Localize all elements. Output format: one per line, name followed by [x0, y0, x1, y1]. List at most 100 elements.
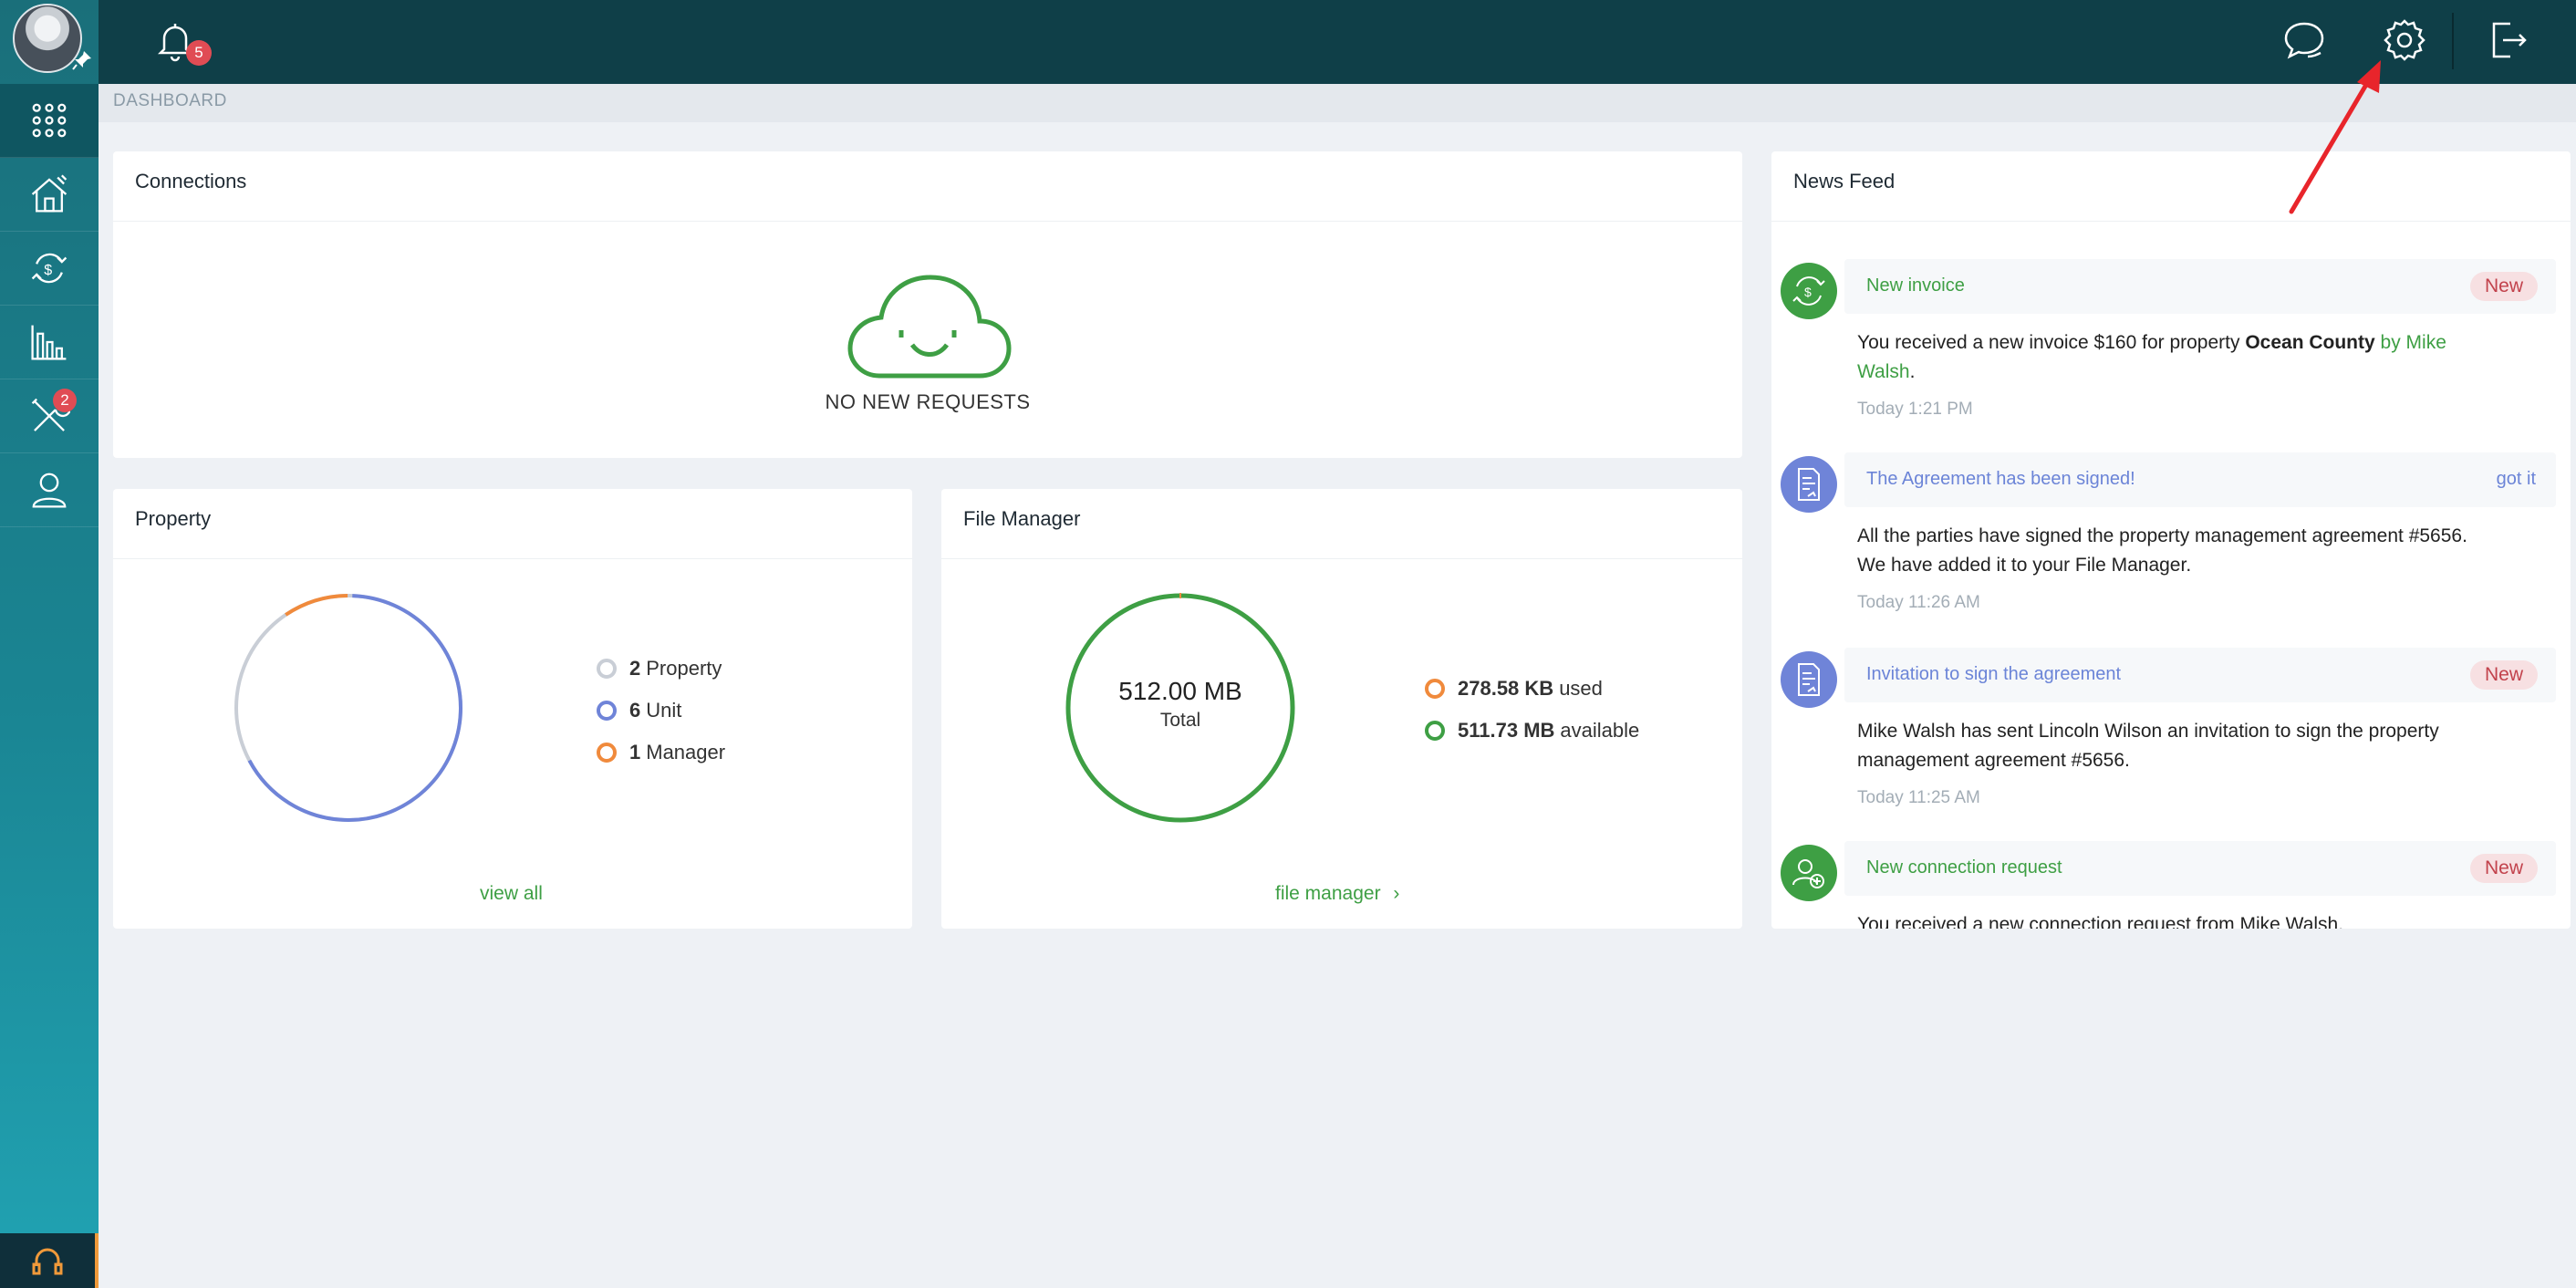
legend-count: 1: [629, 741, 641, 763]
legend-value: 278.58 KB: [1458, 677, 1554, 700]
feed-item-title[interactable]: Invitation to sign the agreement: [1866, 664, 2121, 685]
body-line: management agreement #5656.: [1857, 750, 2130, 771]
legend-item-manager: 1 Manager: [597, 732, 725, 774]
new-badge: New: [2469, 660, 2538, 690]
notification-badge: 5: [186, 40, 212, 66]
legend-item-unit: 6 Unit: [597, 690, 725, 732]
file-manager-link[interactable]: file manager ›: [1275, 883, 1399, 905]
connections-card: Connections NO NEW REQUESTS: [113, 151, 1742, 458]
pin-icon[interactable]: [71, 49, 93, 71]
legend-dot: [1425, 679, 1445, 699]
total-label: Total: [1159, 710, 1201, 731]
timestamp: Today 11:25 AM: [1857, 788, 1980, 807]
agreement-icon: [1781, 456, 1837, 513]
new-badge: New: [2469, 272, 2538, 301]
legend-item-used: 278.58 KB used: [1425, 668, 1639, 710]
divider: [113, 221, 1742, 222]
legend-dot: [597, 701, 617, 721]
maintenance-badge: 2: [53, 389, 77, 412]
body-line: Mike Walsh has sent Lincoln Wilson an in…: [1857, 721, 2439, 742]
storage-legend: 278.58 KB used 511.73 MB available: [1425, 668, 1639, 752]
connection-icon: [1781, 845, 1837, 901]
body-text: You received a new invoice $160 for prop…: [1857, 332, 2246, 353]
feed-item-header[interactable]: New connection request New: [1844, 841, 2556, 896]
house-icon: [31, 174, 68, 213]
legend-dot: [597, 659, 617, 679]
smiling-cloud-icon: [847, 275, 1012, 379]
sidebar-item-reports[interactable]: [0, 306, 99, 379]
feed-item-body: You received a new connection request fr…: [1857, 910, 2550, 929]
body-line: You received a new connection request fr…: [1857, 914, 2344, 929]
sidebar-item-apps[interactable]: [0, 84, 99, 158]
divider: [1771, 221, 2571, 222]
property-card: Property 2 Property 6 Unit 1 Manager vie…: [113, 489, 912, 929]
grid-icon: [32, 103, 67, 138]
total-value: 512.00 MB: [1118, 677, 1242, 705]
property-donut-chart: [234, 593, 462, 822]
body-text: .: [1909, 361, 1916, 382]
news-feed-card: News Feed $ New invoice New You received…: [1771, 151, 2571, 929]
body-line: We have added it to your File Manager.: [1857, 555, 2192, 576]
body-line: All the parties have signed the property…: [1857, 525, 2467, 546]
feed-item-header[interactable]: New invoice New: [1844, 259, 2556, 314]
breadcrumb[interactable]: DASHBOARD: [113, 91, 227, 111]
top-bar: 5: [99, 0, 2576, 84]
user-link[interactable]: by Mike: [2375, 332, 2446, 353]
feed-item-title[interactable]: New connection request: [1866, 857, 2062, 878]
agreement-icon: [1781, 651, 1837, 708]
sidebar: $ 2: [0, 0, 99, 1288]
news-feed-title: News Feed: [1793, 170, 1896, 192]
sidebar-item-properties[interactable]: [0, 158, 99, 232]
feed-item-header[interactable]: Invitation to sign the agreement New: [1844, 648, 2556, 702]
property-title: Property: [135, 507, 212, 530]
no-requests-text: NO NEW REQUESTS: [825, 390, 1031, 413]
file-manager-title: File Manager: [963, 507, 1081, 530]
new-badge: New: [2469, 854, 2538, 883]
sidebar-item-maintenance[interactable]: 2: [0, 379, 99, 453]
feed-item-title[interactable]: The Agreement has been signed!: [1866, 469, 2135, 490]
legend-item-property: 2 Property: [597, 648, 725, 690]
connections-title: Connections: [135, 170, 247, 192]
legend-label: Property: [646, 657, 722, 680]
timestamp: Today 11:26 AM: [1857, 593, 1980, 612]
top-divider: [2452, 13, 2454, 69]
storage-total: 512.00 MB Total: [1064, 677, 1297, 732]
exchange-icon: $: [31, 253, 68, 284]
annotation-arrow-icon: [2289, 60, 2381, 214]
bar-chart-icon: [31, 325, 67, 360]
legend-label: used: [1559, 677, 1603, 700]
headset-icon: [32, 1248, 63, 1275]
support-button[interactable]: [0, 1233, 99, 1288]
logout-icon[interactable]: [2483, 16, 2530, 64]
feed-item-body: You received a new invoice $160 for prop…: [1857, 328, 2532, 387]
legend-dot: [597, 743, 617, 763]
file-manager-card: File Manager 512.00 MB Total 278.58 KB u…: [941, 489, 1742, 929]
divider: [941, 558, 1742, 559]
timestamp: Today 1:21 PM: [1857, 400, 1973, 419]
user-avatar-area[interactable]: [0, 0, 99, 84]
user-icon: [32, 473, 67, 508]
chevron-right-icon: ›: [1393, 883, 1400, 904]
feed-item-body: All the parties have signed the property…: [1857, 522, 2550, 580]
legend-count: 6: [629, 699, 641, 722]
legend-label: available: [1560, 719, 1640, 742]
legend-label: Unit: [646, 699, 682, 722]
svg-text:$: $: [44, 262, 52, 278]
legend-value: 511.73 MB: [1458, 719, 1555, 742]
got-it-button[interactable]: got it: [2497, 469, 2536, 490]
divider: [113, 558, 912, 559]
legend-label: Manager: [646, 741, 726, 763]
property-link[interactable]: Ocean County: [2245, 332, 2374, 353]
property-legend: 2 Property 6 Unit 1 Manager: [597, 648, 725, 774]
svg-text:$: $: [1804, 285, 1812, 299]
breadcrumb-bar: [99, 84, 2576, 122]
sidebar-item-payments[interactable]: $: [0, 232, 99, 306]
feed-item-header[interactable]: The Agreement has been signed! got it: [1844, 452, 2556, 507]
legend-dot: [1425, 721, 1445, 741]
user-link[interactable]: Walsh: [1857, 361, 1910, 382]
feed-item-body: Mike Walsh has sent Lincoln Wilson an in…: [1857, 717, 2550, 775]
feed-item-title[interactable]: New invoice: [1866, 275, 1965, 296]
legend-count: 2: [629, 657, 641, 680]
view-all-link[interactable]: view all: [480, 883, 543, 905]
sidebar-item-profile[interactable]: [0, 453, 99, 527]
